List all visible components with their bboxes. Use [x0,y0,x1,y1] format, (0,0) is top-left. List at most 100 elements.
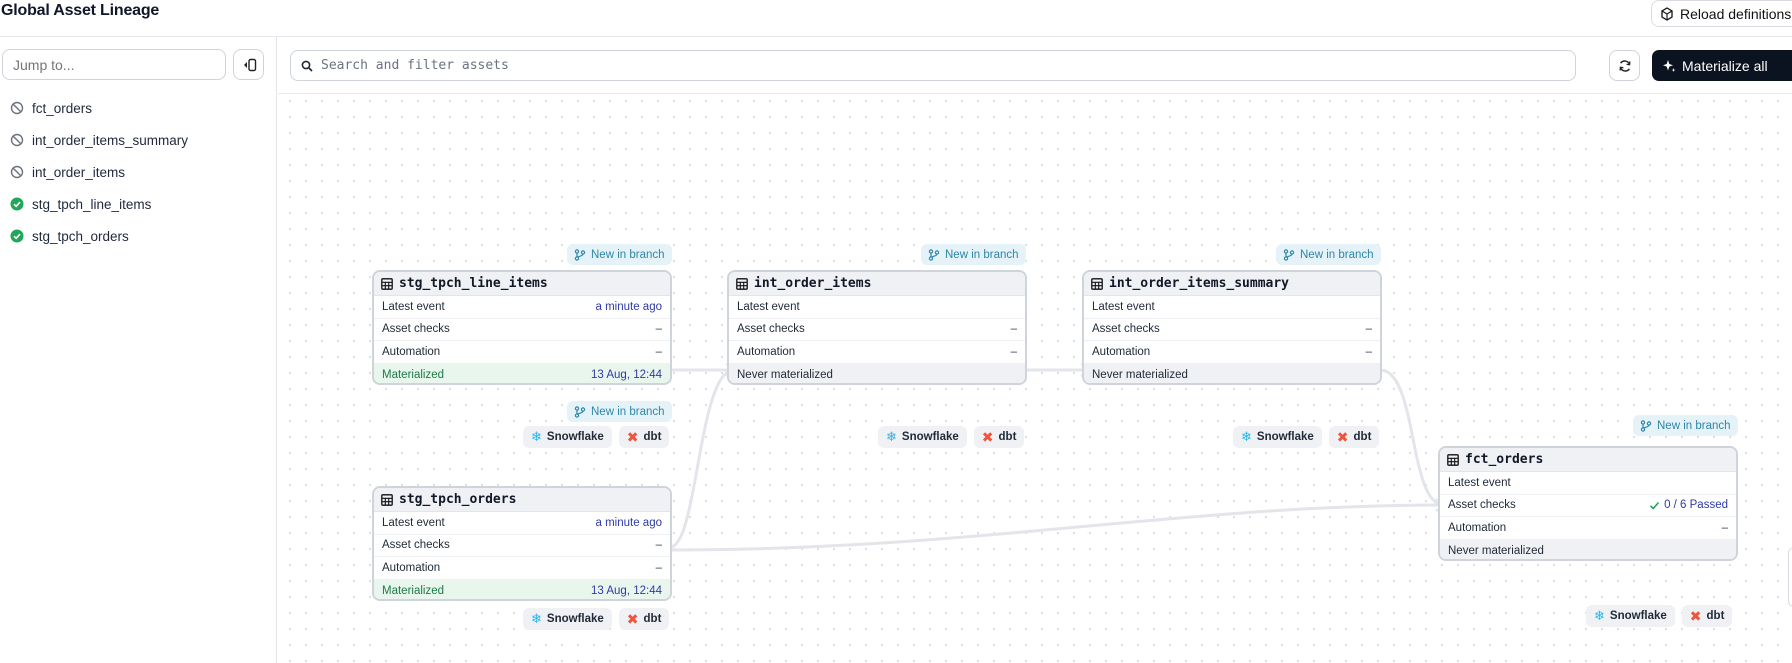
check-icon [1650,501,1660,510]
dbt-tag[interactable]: ✖ dbt [618,608,670,630]
dbt-icon: ✖ [626,428,639,445]
snowflake-tag[interactable]: ❄ Snowflake [1233,426,1322,448]
sparkle-icon [1663,59,1676,72]
asset-checks-label: Asset checks [1448,499,1516,512]
sidebar-item-int-order-items-summary[interactable]: int_order_items_summary [0,124,277,156]
snowflake-icon: ❄ [1241,429,1252,444]
latest-event-label: Latest event [1092,300,1155,313]
latest-event-row: Latest event [1440,472,1736,495]
asset-node-stg-tpch-orders[interactable]: stg_tpch_orders Latest event a minute ago… [372,486,672,601]
asset-checks-row: Asset checks – [374,535,670,557]
dbt-icon: ✖ [1336,428,1349,445]
asset-node-header: stg_tpch_orders [374,488,670,512]
sidebar-item-label: stg_tpch_line_items [32,196,152,212]
edge-summary-to-fct-orders [1379,368,1445,507]
asset-node-int-order-items[interactable]: int_order_items Latest event Asset check… [727,270,1027,385]
sidebar-item-label: int_order_items [32,164,126,180]
sidebar-item-stg-tpch-orders[interactable]: stg_tpch_orders [0,220,277,252]
new-in-branch-badge: New in branch [567,244,672,265]
new-in-branch-badge: New in branch [1276,244,1381,265]
sidebar-item-int-order-items[interactable]: int_order_items [0,156,277,188]
new-in-branch-label: New in branch [591,248,665,261]
latest-event-label: Latest event [382,516,445,529]
new-in-branch-badge: New in branch [1633,415,1738,436]
dbt-tag[interactable]: ✖ dbt [1328,426,1380,448]
latest-event-row: Latest event a minute ago [374,512,670,535]
jump-to-input[interactable] [2,49,226,80]
asset-name: fct_orders [1465,452,1544,467]
snowflake-label: Snowflake [1609,610,1667,622]
materialize-all-button[interactable]: Materialize all [1652,50,1792,81]
never-materialized-icon [10,101,24,115]
asset-checks-summary[interactable]: 0 / 6 Passed [1649,499,1728,511]
new-in-branch-badge: New in branch [567,401,672,422]
asset-node-int-order-items-summary[interactable]: int_order_items_summary Latest event Ass… [1082,270,1382,385]
latest-event-row: Latest event a minute ago [374,296,670,319]
snowflake-tag[interactable]: ❄ Snowflake [878,426,967,448]
asset-node-fct-orders[interactable]: fct_orders Latest event Asset checks 0 /… [1438,446,1738,561]
branch-icon [928,248,940,261]
dbt-icon: ✖ [626,610,639,627]
table-icon [1447,453,1459,466]
materialization-status-row: Never materialized [1440,539,1736,559]
automation-value: – [1365,345,1372,358]
status-time[interactable]: 13 Aug, 12:44 [591,369,662,381]
asset-node-stg-tpch-line-items[interactable]: stg_tpch_line_items Latest event a minute… [372,270,672,385]
latest-event-value[interactable]: a minute ago [596,301,663,313]
status-time[interactable]: 13 Aug, 12:44 [591,585,662,597]
automation-row: Automation – [374,341,670,364]
automation-row: Automation – [1440,517,1736,540]
dbt-tag[interactable]: ✖ dbt [973,426,1025,448]
sidebar-item-label: stg_tpch_orders [32,228,129,244]
automation-value: – [1721,521,1728,534]
collapse-sidebar-button[interactable] [233,49,264,80]
snowflake-label: Snowflake [901,431,959,443]
asset-checks-row: Asset checks – [374,319,670,341]
status-label: Materialized [382,584,444,597]
latest-event-value[interactable]: a minute ago [596,517,663,529]
top-bar: Global Asset Lineage Reload definitions [0,0,1792,37]
asset-name: int_order_items [754,276,872,291]
page-title: Global Asset Lineage [1,2,160,19]
asset-checks-value: – [1365,323,1372,336]
snowflake-label: Snowflake [546,431,604,443]
asset-checks-label: Asset checks [1092,323,1160,336]
sidebar-item-label: int_order_items_summary [32,132,189,148]
materialized-check-icon [10,229,24,243]
materialize-all-label: Materialize all [1682,57,1768,74]
sidebar-item-fct-orders[interactable]: fct_orders [0,92,277,124]
asset-checks-row: Asset checks – [729,319,1025,341]
asset-node-header: int_order_items [729,272,1025,296]
refresh-button[interactable] [1609,50,1640,81]
dbt-tag[interactable]: ✖ dbt [618,426,670,448]
asset-tags: ❄ Snowflake ✖ dbt [1586,605,1733,627]
new-in-branch-label: New in branch [591,405,665,418]
sidebar-item-stg-tpch-line-items[interactable]: stg_tpch_line_items [0,188,277,220]
search-assets-input[interactable]: Search and filter assets [290,50,1576,81]
dbt-tag[interactable]: ✖ dbt [1681,605,1733,627]
edge-orders-to-int-order-items [669,368,735,549]
automation-label: Automation [382,345,441,358]
dbt-label: dbt [998,431,1017,443]
table-icon [1091,277,1103,290]
branch-icon [574,405,586,418]
dbt-label: dbt [1353,431,1372,443]
snowflake-tag[interactable]: ❄ Snowflake [523,608,612,630]
asset-checks-row: Asset checks – [1084,319,1380,341]
asset-node-header: int_order_items_summary [1084,272,1380,296]
snowflake-label: Snowflake [1256,431,1314,443]
automation-row: Automation – [1084,341,1380,364]
reload-definitions-button[interactable]: Reload definitions [1651,0,1792,27]
table-icon [381,277,393,290]
materialization-status-row: Never materialized [1084,363,1380,383]
automation-label: Automation [382,561,441,574]
canvas-toolbar: Search and filter assets Materialize all [278,37,1792,94]
automation-label: Automation [737,345,796,358]
dbt-icon: ✖ [981,428,994,445]
lineage-canvas[interactable]: Search and filter assets Materialize all… [278,37,1792,663]
snowflake-icon: ❄ [531,429,542,444]
asset-tags: ❄ Snowflake ✖ dbt [878,426,1025,448]
materialization-status-row: Materialized 13 Aug, 12:44 [374,579,670,599]
snowflake-tag[interactable]: ❄ Snowflake [523,426,612,448]
snowflake-tag[interactable]: ❄ Snowflake [1586,605,1675,627]
